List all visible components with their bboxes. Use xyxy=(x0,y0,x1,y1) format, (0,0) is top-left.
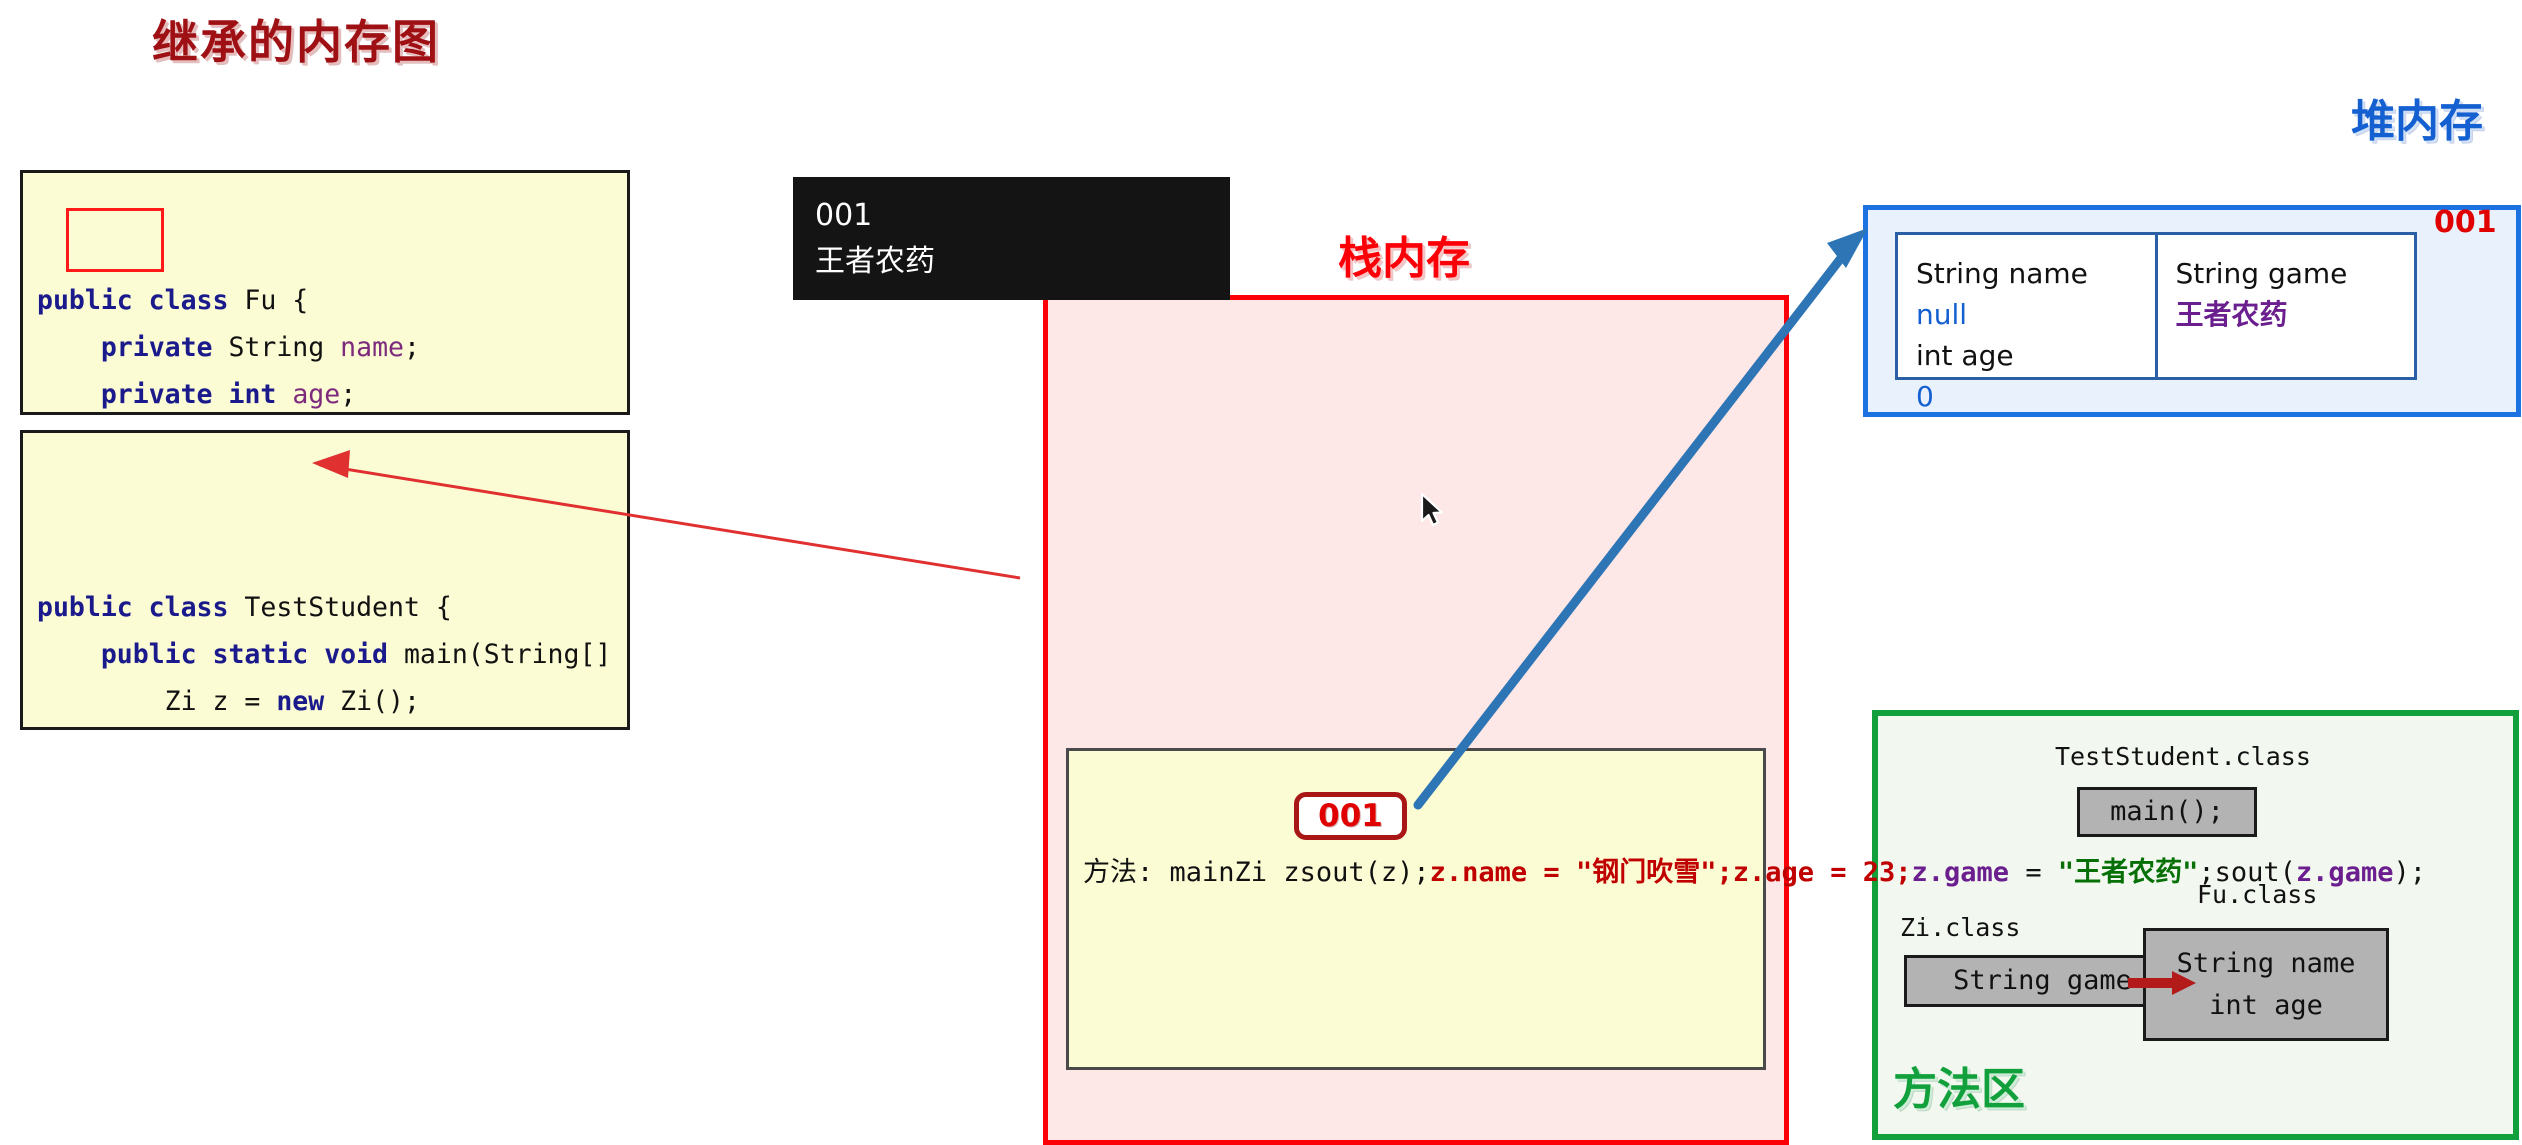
page-title: 继承的内存图 xyxy=(152,15,440,69)
stack-memory-label: 栈内存 xyxy=(1338,233,1470,284)
heap-field-value-game: 王者农药 xyxy=(2175,298,2288,331)
heap-object: String name null int age 0 String game 王… xyxy=(1895,232,2417,413)
heap-field-value-name: null xyxy=(1916,298,1968,331)
fu-chip-line-2: int age xyxy=(2209,989,2323,1021)
stack-address-chip: 001 xyxy=(1294,792,1407,840)
code-line: Zi z = new Zi(); xyxy=(37,686,420,717)
stack-frame-main: 方法: mainZi zsout(z);z.name = "钢门吹雪";z.ag… xyxy=(1066,748,2426,1070)
console-line-1: 001 xyxy=(815,198,873,233)
code-card-fu: public class Fu { private String name; p… xyxy=(20,170,630,415)
heap-field-value-age: 0 xyxy=(1916,380,1934,413)
code-line: z.game = "王者农药"; xyxy=(1911,857,2215,888)
code-lines-teststudent: public class TestStudent { public static… xyxy=(37,584,627,727)
code-line: z.name = "钢门吹雪"; xyxy=(1429,857,1733,888)
private-keyword-highlight-box xyxy=(66,208,164,272)
code-line: private String name; xyxy=(100,332,420,363)
code-line: public static void main(String[] args) { xyxy=(100,639,612,670)
heap-cell-game: String game 王者农药 xyxy=(2158,235,2415,377)
code-line: private int age; xyxy=(100,379,357,410)
main-method-chip: main(); xyxy=(2077,787,2257,837)
code-line: public class TestStudent { xyxy=(37,592,452,623)
heap-cell-name: String name null int age 0 xyxy=(1898,235,2158,413)
code-card-teststudent: public class TestStudent { public static… xyxy=(20,430,630,730)
code-line: sout(z); xyxy=(37,725,627,727)
heap-field-type-age: int age xyxy=(1916,339,2014,372)
fu-class-member-chip: String name int age xyxy=(2143,928,2389,1041)
fu-chip-line-1: String name xyxy=(2176,947,2356,979)
method-area-label: 方法区 xyxy=(1893,1064,2025,1115)
heap-field-type-game: String game xyxy=(2175,257,2348,290)
code-lines-fu: public class Fu { private String name; p… xyxy=(37,277,627,412)
code-line: z.age = 23; xyxy=(1732,857,1912,888)
heap-address-label: 001 xyxy=(2434,205,2497,240)
teststudent-class-caption: TestStudent.class xyxy=(2055,742,2311,771)
stack-frame-lines: 方法: mainZi zsout(z);z.name = "钢门吹雪";z.ag… xyxy=(1083,850,2426,895)
code-line: sout(z); xyxy=(1299,857,1430,888)
console-line-2: 王者农药 xyxy=(815,244,935,279)
zi-class-caption: Zi.class xyxy=(1900,913,2021,942)
code-line: sout(z.game); xyxy=(2214,857,2426,888)
console-output-popup: 001 王者农药 xyxy=(793,177,1230,300)
code-line: Zi z xyxy=(1234,857,1300,888)
heap-memory-label: 堆内存 xyxy=(2351,96,2483,147)
code-line: 方法: main xyxy=(1083,857,1235,888)
code-line: public class Fu { xyxy=(37,285,309,316)
zi-class-member-chip: String game xyxy=(1904,955,2181,1007)
heap-field-type-name: String name xyxy=(1916,257,2088,290)
